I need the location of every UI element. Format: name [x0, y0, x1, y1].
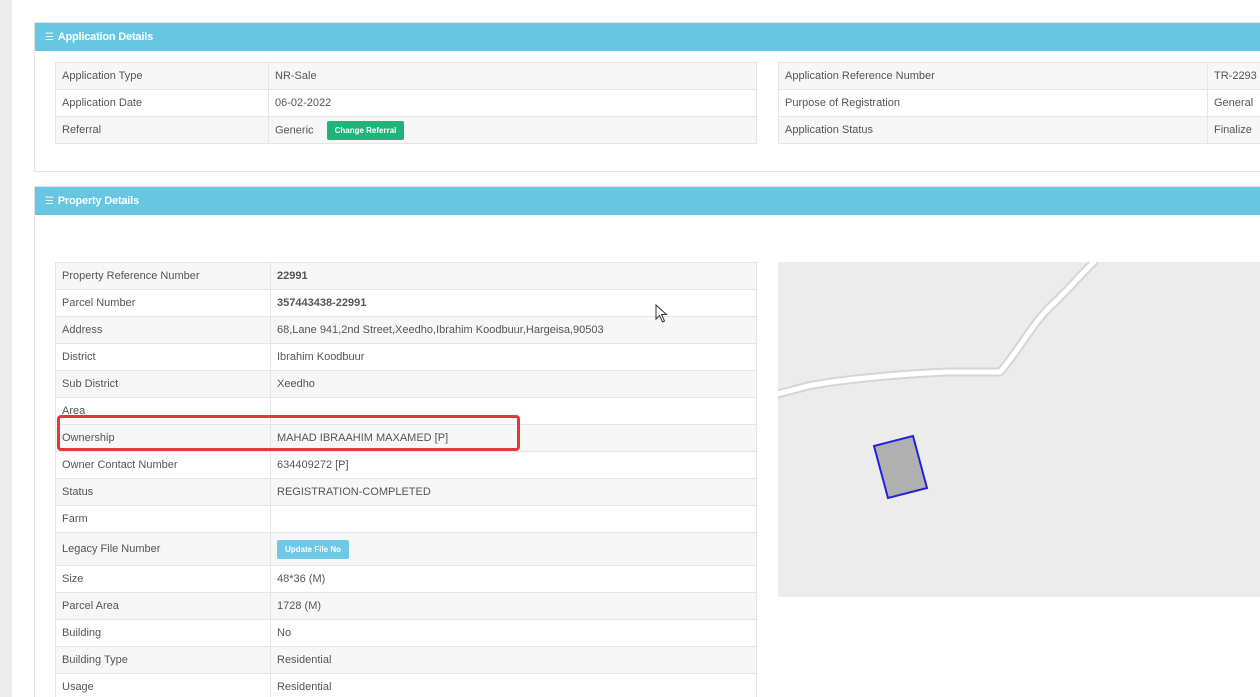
table-row: Application Status Finalize: [778, 116, 1260, 144]
referral-value: Generic: [275, 123, 314, 136]
table-row: District Ibrahim Koodbuur: [55, 343, 757, 371]
row-value: [270, 505, 757, 533]
table-row: Building No: [55, 619, 757, 647]
ownership-value: MAHAD IBRAAHIM MAXAMED [P]: [270, 424, 757, 452]
row-label: Ownership: [55, 424, 271, 452]
row-value-cell: Update File No: [270, 532, 757, 566]
property-reference-value: 22991: [270, 262, 757, 290]
table-row: Referral Generic Change Referral: [55, 116, 757, 144]
property-details-table: Property Reference Number 22991 Parcel N…: [55, 262, 757, 697]
row-label: Status: [55, 478, 271, 506]
row-label: Property Reference Number: [55, 262, 271, 290]
row-value: REGISTRATION-COMPLETED: [270, 478, 757, 506]
table-row: Purpose of Registration General: [778, 89, 1260, 117]
application-details-right-table: Application Reference Number TR-2293 Pur…: [778, 62, 1260, 144]
table-row: Ownership MAHAD IBRAAHIM MAXAMED [P]: [55, 424, 757, 452]
row-label: Owner Contact Number: [55, 451, 271, 479]
table-row: Application Date 06-02-2022: [55, 89, 757, 117]
row-label: Parcel Number: [55, 289, 271, 317]
parcel-number-value: 357443438-22991: [270, 289, 757, 317]
application-details-left-table: Application Type NR-Sale Application Dat…: [55, 62, 757, 144]
row-label: Usage: [55, 673, 271, 697]
table-row: Parcel Number 357443438-22991: [55, 289, 757, 317]
list-icon: ☰: [45, 31, 54, 43]
mouse-cursor-icon: [655, 304, 668, 323]
application-details-panel: ☰ Application Details Application Type N…: [34, 22, 1260, 172]
row-label: Purpose of Registration: [778, 89, 1208, 117]
row-value: Residential: [270, 646, 757, 674]
table-row: Status REGISTRATION-COMPLETED: [55, 478, 757, 506]
page-content: ☰ Application Details Application Type N…: [12, 0, 1260, 697]
row-label: Application Date: [55, 89, 269, 117]
row-value: NR-Sale: [268, 62, 757, 90]
row-label: Application Reference Number: [778, 62, 1208, 90]
parcel-map[interactable]: [778, 262, 1260, 597]
row-value: Xeedho: [270, 370, 757, 398]
row-label: Address: [55, 316, 271, 344]
property-details-title: Property Details: [57, 195, 139, 207]
row-value: Ibrahim Koodbuur: [270, 343, 757, 371]
row-label: Application Type: [55, 62, 269, 90]
row-value: General: [1207, 89, 1260, 117]
table-row: Application Reference Number TR-2293: [778, 62, 1260, 90]
table-row: Owner Contact Number 634409272 [P]: [55, 451, 757, 479]
row-value: 634409272 [P]: [270, 451, 757, 479]
row-label: Size: [55, 565, 271, 593]
row-value: TR-2293: [1207, 62, 1260, 90]
table-row: Parcel Area 1728 (M): [55, 592, 757, 620]
row-label: Application Status: [778, 116, 1208, 144]
table-row: Area: [55, 397, 757, 425]
table-row: Address 68,Lane 941,2nd Street,Xeedho,Ib…: [55, 316, 757, 344]
row-label: Legacy File Number: [55, 532, 271, 566]
application-details-title: Application Details: [57, 31, 153, 43]
application-details-header: ☰ Application Details: [35, 23, 1260, 51]
map-road-center: [778, 262, 1097, 397]
parcel-map-svg: [778, 262, 1099, 500]
change-referral-button[interactable]: Change Referral: [326, 120, 405, 140]
table-row: Application Type NR-Sale: [55, 62, 757, 90]
row-label: Parcel Area: [55, 592, 271, 620]
row-label: Sub District: [55, 370, 271, 398]
table-row: Property Reference Number 22991: [55, 262, 757, 290]
list-icon: ☰: [45, 195, 54, 207]
row-value: 48*36 (M): [270, 565, 757, 593]
table-row: Usage Residential: [55, 673, 757, 697]
table-row: Sub District Xeedho: [55, 370, 757, 398]
table-row: Farm: [55, 505, 757, 533]
row-label: Farm: [55, 505, 271, 533]
row-label: Area: [55, 397, 271, 425]
row-label: Referral: [55, 116, 269, 144]
parcel-polygon[interactable]: [872, 434, 929, 500]
row-value: Residential: [270, 673, 757, 697]
row-value: [270, 397, 757, 425]
table-row: Size 48*36 (M): [55, 565, 757, 593]
row-label: Building: [55, 619, 271, 647]
row-value: No: [270, 619, 757, 647]
table-row: Building Type Residential: [55, 646, 757, 674]
row-value: 1728 (M): [270, 592, 757, 620]
row-label: District: [55, 343, 271, 371]
row-value: 68,Lane 941,2nd Street,Xeedho,Ibrahim Ko…: [270, 316, 757, 344]
property-details-header: ☰ Property Details: [35, 187, 1260, 215]
row-value: Finalize: [1207, 116, 1260, 144]
row-value-cell: Generic Change Referral: [268, 116, 757, 144]
row-label: Building Type: [55, 646, 271, 674]
table-row: Legacy File Number Update File No: [55, 532, 757, 566]
row-value: 06-02-2022: [268, 89, 757, 117]
update-file-no-button[interactable]: Update File No: [277, 539, 350, 559]
